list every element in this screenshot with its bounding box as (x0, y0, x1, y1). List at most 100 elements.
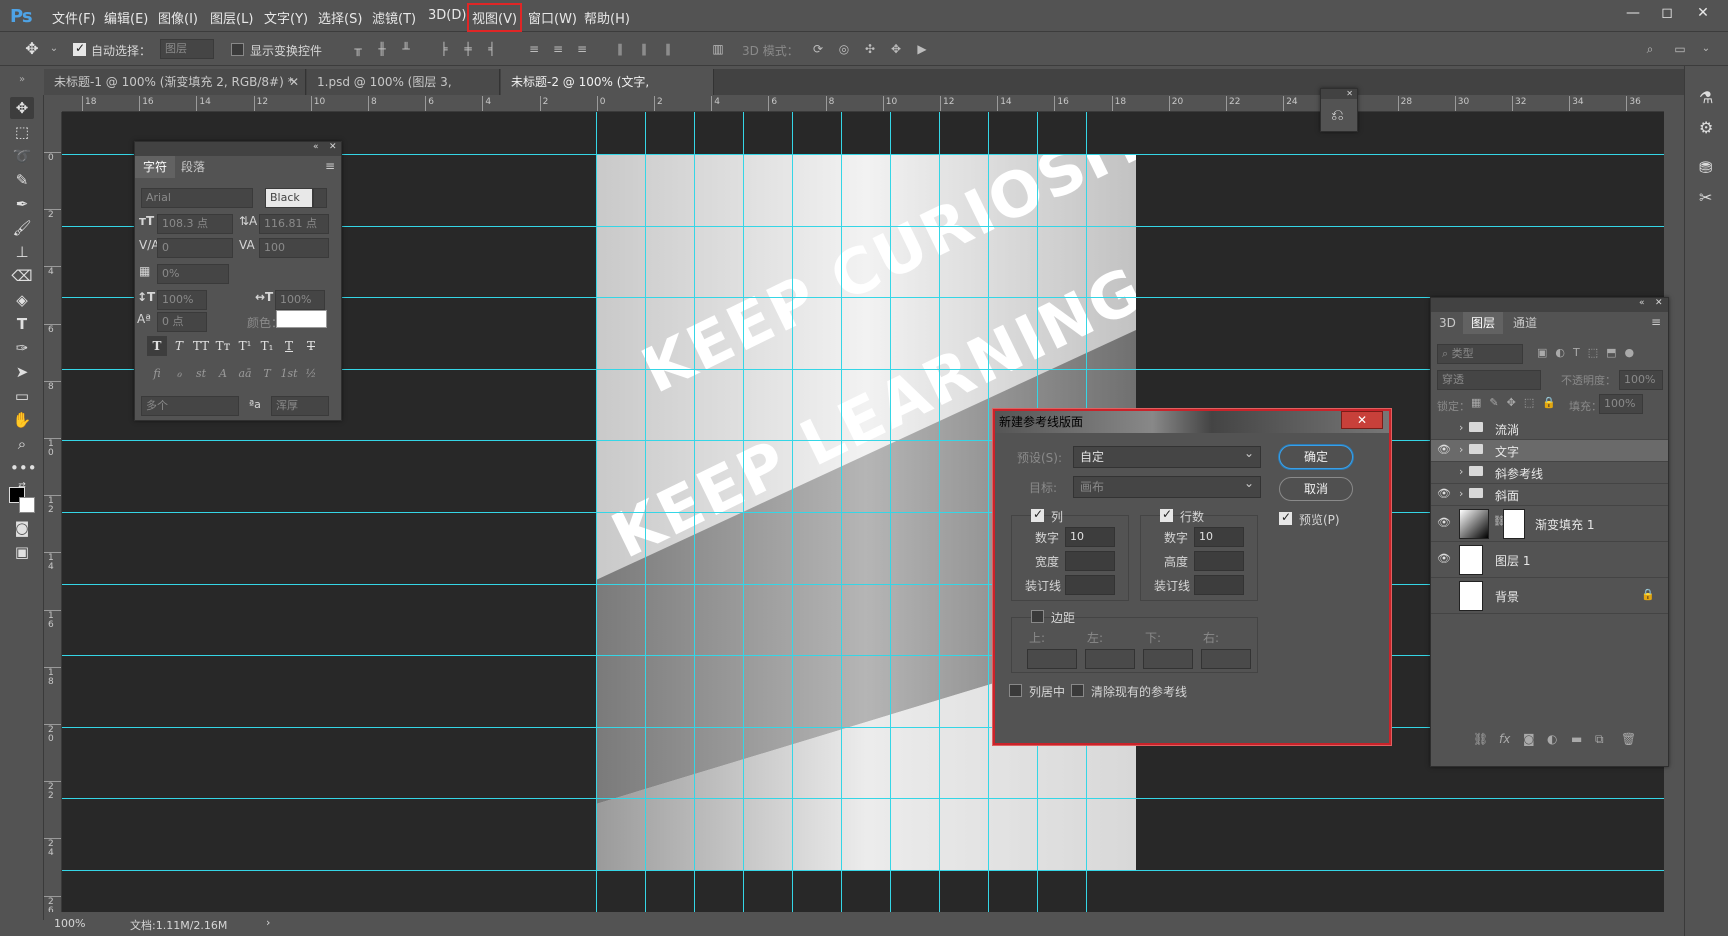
preset-select[interactable]: 自定 (1073, 443, 1261, 468)
fill-field[interactable]: 100% (1599, 394, 1643, 414)
quick-mask-icon[interactable]: ◙ (10, 517, 34, 539)
opentype-button-0[interactable]: fi (147, 364, 167, 384)
layer-filter-select[interactable]: ⌕ 类型 (1437, 344, 1523, 364)
text-style-button-7[interactable]: T (301, 336, 321, 356)
menu-item-5[interactable]: 选择(S) (318, 8, 362, 27)
mask-icon[interactable]: ◙ (1523, 732, 1535, 746)
target-select[interactable]: 画布 (1073, 473, 1261, 498)
tracking-field[interactable]: 100 (259, 238, 329, 258)
opentype-button-2[interactable]: st (191, 364, 211, 384)
panel-menu-icon[interactable]: ≡ (325, 159, 335, 173)
margin-top-input[interactable] (1027, 649, 1077, 669)
menu-item-10[interactable]: 帮助(H) (584, 8, 630, 27)
fx-icon[interactable]: fx (1499, 732, 1510, 746)
kerning-field[interactable]: 0 (157, 238, 233, 258)
baseline-field[interactable]: 0 点 (157, 312, 207, 332)
text-style-button-2[interactable]: TT (191, 336, 211, 356)
3d-orbit-icon[interactable]: ⟳ (810, 42, 826, 56)
menu-item-6[interactable]: 滤镜(T) (372, 8, 416, 27)
opentype-button-3[interactable]: A (213, 364, 233, 384)
horizontal-scale-field[interactable]: 100% (275, 290, 325, 310)
rows-checkbox[interactable] (1160, 507, 1173, 522)
dialog-close-button[interactable]: ✕ (1341, 411, 1383, 429)
row-height-input[interactable] (1194, 551, 1244, 571)
rectangle-tool-icon[interactable]: ▭ (10, 385, 34, 407)
layer-row[interactable]: › 流淌 (1431, 418, 1668, 440)
search-icon[interactable]: ⌕ (1642, 42, 1658, 56)
tab-character[interactable]: 字符 (135, 156, 176, 178)
tab-layers[interactable]: 图层 (1463, 312, 1504, 334)
auto-align-icon[interactable]: ▥ (710, 42, 726, 56)
screen-mode-icon[interactable]: ▣ (10, 541, 34, 563)
tools-icon[interactable]: ✂ (1699, 188, 1712, 207)
tab-channels[interactable]: 通道 (1505, 312, 1545, 334)
guide-horizontal[interactable] (62, 583, 1664, 585)
zoom-tool-icon[interactable]: ⌕ (10, 433, 34, 455)
chevron-right-icon[interactable]: › (1459, 465, 1463, 478)
vertical-scale-field[interactable]: 100% (157, 290, 207, 310)
auto-select-checkbox[interactable] (73, 41, 86, 56)
menu-item-0[interactable]: 文件(F) (52, 8, 96, 27)
align-bottom-icon[interactable]: ╨ (398, 42, 414, 56)
guide-horizontal[interactable] (62, 512, 1664, 513)
eye-icon[interactable]: 👁 (1437, 516, 1451, 530)
margin-left-input[interactable] (1085, 649, 1135, 669)
ok-button[interactable]: 确定 (1279, 445, 1353, 469)
col-width-input[interactable] (1065, 551, 1115, 571)
align-right-icon[interactable]: ╡ (484, 42, 500, 56)
col-number-input[interactable]: 10 (1065, 527, 1115, 547)
lasso-tool-icon[interactable]: ➰ (10, 145, 34, 167)
adjustments-icon[interactable]: ⚙ (1699, 118, 1713, 137)
path-select-tool-icon[interactable]: ➤ (10, 361, 34, 383)
history-icon[interactable]: ⎌ (1331, 105, 1344, 125)
opentype-button-7[interactable]: ½ (301, 364, 321, 384)
distribute-vcenter-icon[interactable]: ≡ (550, 42, 566, 56)
font-family-select[interactable]: Arial (141, 188, 253, 208)
text-style-button-6[interactable]: T (279, 336, 299, 356)
align-left-icon[interactable]: ╞ (436, 42, 452, 56)
columns-checkbox[interactable] (1031, 507, 1044, 522)
properties-icon[interactable]: ⚗ (1699, 88, 1713, 107)
preview-checkbox[interactable] (1279, 510, 1292, 525)
collapse-icon[interactable]: » (10, 69, 34, 91)
menu-item-2[interactable]: 图像(I) (158, 8, 198, 27)
language-select[interactable]: 多个 (141, 396, 239, 416)
font-style-select[interactable]: Black (265, 188, 313, 208)
new-layer-icon[interactable]: ⧉ (1595, 732, 1604, 747)
cancel-button[interactable]: 取消 (1279, 477, 1353, 501)
quick-select-tool-icon[interactable]: ✎ (10, 169, 34, 191)
tab-untitled-1[interactable]: 未标题-1 @ 100% (渐变填充 2, RGB/8#) * ✕ (44, 69, 306, 95)
layer-row[interactable]: 👁 › 文字 (1431, 440, 1668, 462)
layer-row[interactable]: 👁 ⛓ 渐变填充 1 (1431, 506, 1668, 542)
tab-3d[interactable]: 3D (1431, 312, 1464, 334)
eye-icon[interactable]: 👁 (1437, 552, 1451, 566)
text-style-button-5[interactable]: T₁ (257, 336, 277, 356)
margin-bottom-input[interactable] (1143, 649, 1193, 669)
distribute-right-icon[interactable]: ∥ (660, 42, 676, 56)
eye-icon[interactable]: 👁 (1437, 487, 1451, 501)
close-icon[interactable]: ✕ (1655, 298, 1663, 308)
libraries-icon[interactable]: ⛃ (1699, 158, 1712, 177)
blend-mode-select[interactable]: 穿透 (1437, 370, 1541, 390)
row-number-input[interactable]: 10 (1194, 527, 1244, 547)
antialias-select[interactable]: 浑厚 (271, 396, 329, 416)
visibility-toggle[interactable] (1437, 588, 1451, 602)
guide-horizontal[interactable] (62, 870, 1664, 871)
tsume-field[interactable]: 0% (157, 264, 229, 284)
collapse-icon[interactable]: « (1639, 298, 1645, 308)
distribute-left-icon[interactable]: ∥ (612, 42, 628, 56)
trash-icon[interactable]: 🗑 (1621, 732, 1636, 746)
close-icon[interactable]: ✕ (329, 142, 337, 152)
pen-tool-icon[interactable]: ✑ (10, 337, 34, 359)
guide-horizontal[interactable] (62, 726, 1664, 728)
close-icon[interactable]: ✕ (1688, 3, 1718, 23)
distribute-bottom-icon[interactable]: ≡ (574, 42, 590, 56)
menu-item-1[interactable]: 编辑(E) (104, 8, 148, 27)
hand-tool-icon[interactable]: ✋ (10, 409, 34, 431)
show-transform-checkbox[interactable] (231, 43, 244, 56)
marquee-tool-icon[interactable]: ⬚ (10, 121, 34, 143)
eraser-tool-icon[interactable]: ⌫ (10, 265, 34, 287)
layer-row[interactable]: 👁 图层 1 (1431, 542, 1668, 578)
text-style-button-0[interactable]: T (147, 336, 167, 356)
text-style-button-1[interactable]: T (169, 336, 189, 356)
